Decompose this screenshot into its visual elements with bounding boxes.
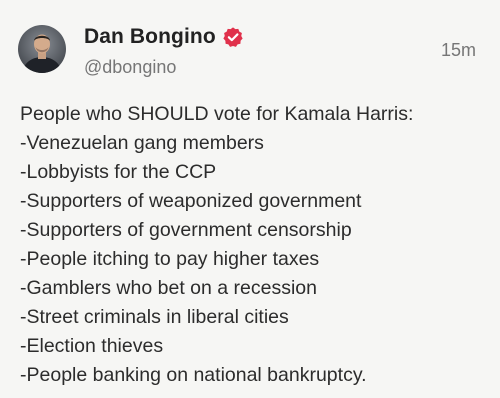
- post-line: -Supporters of government censorship: [20, 219, 352, 241]
- post-line: -People banking on national bankruptcy.: [20, 364, 367, 386]
- post-line: -Lobbyists for the CCP: [20, 161, 217, 183]
- post-body: People who SHOULD vote for Kamala Harris…: [20, 100, 490, 390]
- avatar-image: [18, 25, 66, 73]
- post-line: -Street criminals in liberal cities: [20, 306, 289, 328]
- post-timestamp[interactable]: 15m: [441, 40, 476, 61]
- author-row: Dan Bongino: [84, 22, 244, 52]
- post-line: -Election thieves: [20, 335, 164, 357]
- post-line: People who SHOULD vote for Kamala Harris…: [20, 103, 414, 125]
- verified-badge-icon: [222, 26, 244, 48]
- post-line: -Supporters of weaponized government: [20, 190, 362, 212]
- avatar[interactable]: [18, 25, 66, 73]
- post-line: -Gamblers who bet on a recession: [20, 277, 317, 299]
- post-line: -Venezuelan gang members: [20, 132, 264, 154]
- author-handle[interactable]: @dbongino: [84, 57, 176, 78]
- display-name[interactable]: Dan Bongino: [84, 25, 216, 49]
- post-line: -People itching to pay higher taxes: [20, 248, 320, 270]
- post-card: Dan Bongino @dbongino 15m People who SHO…: [0, 0, 500, 398]
